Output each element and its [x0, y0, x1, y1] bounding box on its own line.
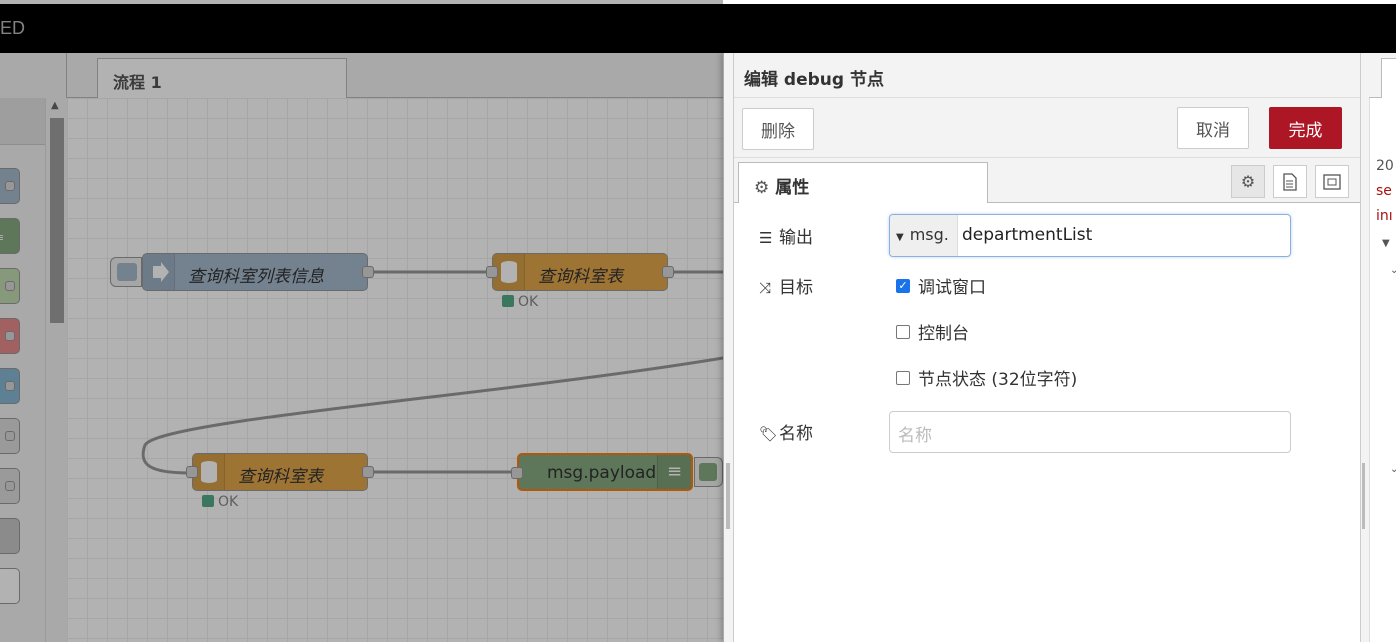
appearance-tab-icon[interactable] [1315, 165, 1349, 198]
tray-header: 编辑 debug 节点 [734, 53, 1361, 98]
tray-tabs: ⚙ 属性 ⚙ [734, 158, 1361, 204]
output-value[interactable]: departmentList [962, 225, 1092, 245]
tab-properties[interactable]: ⚙ 属性 [738, 162, 988, 204]
sidebar-tabbar [1369, 53, 1396, 98]
status-dot-icon [502, 295, 514, 307]
debug-message-line: 20 [1376, 158, 1394, 174]
edit-tray: 编辑 debug 节点 删除 取消 完成 ⚙ 属性 ⚙ ☰ 输出 ▼ msg. dep… [723, 53, 1361, 642]
gear-icon: ⚙ [754, 178, 770, 198]
sidebar-body: 20 se inı ▼ ⌄ ⌄ [1369, 98, 1396, 642]
list-icon: ≡ [657, 455, 691, 489]
name-label: 🏷︎名称 [759, 424, 813, 444]
chevron-down-icon[interactable]: ⌄ [1390, 464, 1396, 475]
settings-tab-icon[interactable]: ⚙ [1231, 165, 1265, 198]
debug-toggle-button[interactable] [694, 457, 723, 487]
chevron-down-icon[interactable]: ⌄ [1390, 265, 1396, 276]
output-typed-input[interactable]: ▼ msg. departmentList [889, 214, 1291, 257]
properties-form: ☰ 输出 ▼ msg. departmentList ⤨ 目标 ✓ 调试窗口 控制台 节… [734, 203, 1361, 642]
cancel-button[interactable]: 取消 [1177, 107, 1249, 149]
flow-wires [141, 270, 723, 475]
output-port[interactable] [662, 266, 674, 278]
node-label: msg.payload [547, 463, 657, 483]
tray-title: 编辑 debug 节点 [744, 70, 884, 90]
tag-icon: 🏷︎ [759, 425, 779, 443]
sidebar-resize-handle[interactable] [1362, 463, 1365, 529]
node-label: 查询科室表 [238, 467, 323, 487]
output-port[interactable] [362, 266, 374, 278]
output-type-select[interactable]: ▼ msg. [890, 215, 958, 256]
input-port[interactable] [511, 467, 523, 479]
status-dot-icon [202, 495, 214, 507]
db-node-2[interactable]: 查询科室表 [186, 453, 374, 491]
debug-message-line: inı [1376, 208, 1393, 224]
checkbox-console[interactable] [896, 324, 910, 339]
debug-node[interactable]: msg.payload ≡ [511, 453, 693, 491]
arrow-in-icon [143, 254, 175, 290]
name-field[interactable]: 名称 [889, 411, 1291, 453]
node-status: OK [202, 494, 238, 510]
output-port[interactable] [362, 466, 374, 478]
delete-button[interactable]: 删除 [742, 108, 814, 150]
debug-message-line: se [1376, 183, 1392, 199]
right-sidebar: 20 se inı ▼ ⌄ ⌄ [1360, 53, 1396, 642]
tab-properties-label: 属性 [775, 178, 810, 198]
node-label: 查询科室表 [538, 267, 623, 287]
done-button[interactable]: 完成 [1269, 107, 1342, 149]
output-label: ☰ 输出 [759, 228, 813, 248]
shuffle-icon: ⤨ [759, 279, 772, 297]
target-console[interactable]: 控制台 [896, 319, 969, 344]
node-status: OK [502, 294, 538, 310]
target-label: ⤨ 目标 [759, 278, 813, 298]
input-port[interactable] [186, 466, 198, 478]
sidebar-tab[interactable] [1381, 58, 1396, 98]
caret-down-icon: ▼ [896, 232, 904, 243]
checkbox-node-status[interactable] [896, 370, 910, 385]
inject-button[interactable] [110, 257, 142, 287]
input-port[interactable] [486, 266, 498, 278]
tray-toolbar: 删除 取消 完成 [734, 98, 1361, 158]
target-debug-window[interactable]: ✓ 调试窗口 [896, 273, 986, 298]
tray-gutter [724, 53, 734, 642]
db-node-1[interactable]: 查询科室表 [486, 253, 674, 291]
node-label: 查询科室列表信息 [188, 267, 324, 287]
checkbox-debug-window[interactable]: ✓ [896, 278, 910, 293]
inject-node[interactable]: 查询科室列表信息 [142, 253, 374, 291]
tray-resize-handle[interactable] [726, 463, 730, 529]
list-icon: ☰ [759, 229, 773, 247]
chevron-down-icon[interactable]: ▼ [1382, 238, 1390, 249]
description-tab-icon[interactable] [1273, 165, 1307, 198]
target-node-status[interactable]: 节点状态 (32位字符) [896, 365, 1077, 390]
